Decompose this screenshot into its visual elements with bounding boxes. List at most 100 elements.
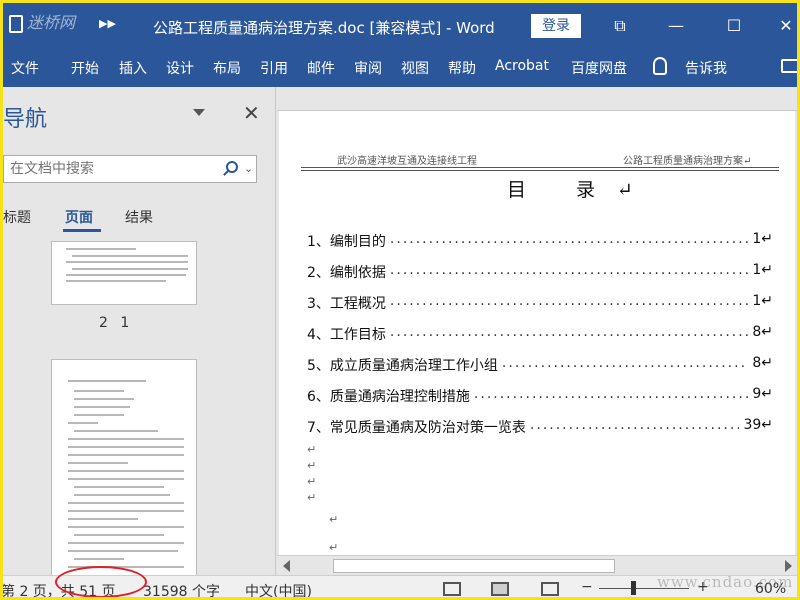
page-thumbnail[interactable]	[51, 359, 197, 579]
toc-entry[interactable]: 5、成立质量通病治理工作小组..........................…	[307, 355, 773, 375]
thumb-line	[74, 494, 170, 496]
header-rule	[301, 167, 779, 168]
thumb-line	[66, 248, 136, 250]
search-icon[interactable]	[226, 161, 238, 173]
toc-entry[interactable]: 4、工作目标..................................…	[307, 324, 773, 344]
page-thumbnail[interactable]	[51, 241, 197, 305]
scroll-left-icon[interactable]	[283, 560, 290, 572]
toc-entry-text: 1、编制目的	[307, 234, 386, 250]
toc-leader: ........................................…	[529, 417, 740, 433]
toc-heading: 目 录↵	[507, 179, 655, 201]
thumb-line	[68, 462, 128, 464]
toc-leader: ........................................…	[501, 355, 748, 371]
toc-entry-page: 1↵	[752, 262, 773, 278]
thumb-line	[72, 268, 188, 270]
tab-insert[interactable]: 插入	[119, 58, 147, 78]
toc-entry-page: 1↵	[752, 231, 773, 247]
logo-text: 迷桥网	[27, 13, 76, 32]
comment-icon[interactable]	[781, 59, 797, 73]
thumb-line	[72, 255, 188, 257]
tab-mailings[interactable]: 邮件	[307, 58, 335, 78]
scrollbar-thumb[interactable]	[333, 559, 615, 573]
thumb-line	[68, 518, 138, 520]
thumbnail-page-number: 2 1	[99, 315, 134, 331]
toc-entry[interactable]: 2、编制依据..................................…	[307, 262, 773, 282]
thumb-line	[68, 454, 184, 456]
zoom-out-icon[interactable]: −	[581, 579, 593, 595]
toc-entry-text: 7、常见质量通病及防治对策一览表	[307, 420, 526, 436]
ribbon-display-icon[interactable]: ⧉	[607, 13, 633, 39]
tab-file[interactable]: 文件	[11, 58, 39, 78]
search-dropdown-icon[interactable]: ⌄	[244, 162, 253, 175]
toc-leader: ........................................…	[389, 262, 748, 278]
thumb-line	[74, 414, 124, 416]
tab-references[interactable]: 引用	[260, 58, 288, 78]
thumb-line	[68, 478, 184, 480]
horizontal-scrollbar[interactable]	[277, 555, 797, 575]
thumb-line	[66, 280, 166, 282]
paragraph-mark: ↵	[307, 443, 317, 456]
nav-search-input[interactable]	[10, 160, 210, 178]
web-layout-icon[interactable]	[541, 582, 559, 596]
thumb-line	[74, 486, 164, 488]
toc-entry-text: 6、质量通病治理控制措施	[307, 389, 470, 405]
scroll-right-icon[interactable]	[785, 560, 792, 572]
tab-review[interactable]: 审阅	[354, 58, 382, 78]
toc-entry-page: 39↵	[743, 417, 773, 433]
navigation-pane: 导航 ✕ ⌄ 标题 页面 结果 2 1	[3, 87, 276, 579]
maximize-icon[interactable]: ☐	[721, 13, 747, 39]
red-highlight-circle	[55, 566, 147, 597]
lightbulb-icon	[653, 57, 667, 75]
active-tab-indicator	[63, 229, 101, 232]
language-indicator[interactable]: 中文(中国)	[245, 581, 312, 597]
toc-entry[interactable]: 1、编制目的..................................…	[307, 231, 773, 251]
nav-title: 导航	[3, 107, 48, 132]
nav-tab-results[interactable]: 结果	[125, 207, 153, 227]
thumb-line	[68, 470, 184, 472]
zoom-slider-handle[interactable]	[631, 581, 636, 595]
word-window: 迷桥网 ▶▶ 公路工程质量通病治理方案.doc [兼容模式] - Word 登录…	[0, 0, 800, 600]
nav-tab-headings[interactable]: 标题	[3, 207, 31, 227]
toc-entry-page: 1↵	[752, 293, 773, 309]
close-window-icon[interactable]: ✕	[773, 13, 797, 39]
toc-entry-text: 3、工程概况	[307, 296, 386, 312]
toc-leader: ........................................…	[389, 231, 748, 247]
tab-view[interactable]: 视图	[401, 58, 429, 78]
toc-entry[interactable]: 7、常见质量通病及防治对策一览表........................…	[307, 417, 773, 437]
tab-design[interactable]: 设计	[166, 58, 194, 78]
tab-acrobat[interactable]: Acrobat	[495, 58, 549, 74]
tell-me[interactable]: 告诉我	[685, 58, 727, 78]
nav-options-dropdown-icon[interactable]	[193, 109, 205, 116]
read-mode-icon[interactable]	[443, 582, 461, 596]
word-count[interactable]: 31598 个字	[143, 581, 220, 597]
thumb-line	[74, 390, 124, 392]
thumb-line	[68, 446, 184, 448]
page-header-right: 公路工程质量通病治理方案↵	[623, 156, 752, 167]
title-bar: 迷桥网 ▶▶ 公路工程质量通病治理方案.doc [兼容模式] - Word 登录…	[3, 3, 797, 49]
thumb-line	[68, 380, 146, 382]
paragraph-mark: ↵	[307, 459, 317, 472]
toc-entry[interactable]: 3、工程概况..................................…	[307, 293, 773, 313]
toc-entry[interactable]: 6、质量通病治理控制措施............................…	[307, 386, 773, 406]
nav-tab-pages[interactable]: 页面	[65, 207, 93, 227]
site-logo: 迷桥网	[9, 9, 79, 39]
paragraph-mark: ↵	[307, 491, 317, 504]
tab-layout[interactable]: 布局	[213, 58, 241, 78]
thumb-line	[74, 398, 134, 400]
tab-home[interactable]: 开始	[71, 58, 99, 78]
thumb-line	[68, 422, 98, 424]
thumb-line	[66, 274, 186, 276]
window-title: 公路工程质量通病治理方案.doc [兼容模式] - Word	[153, 19, 495, 37]
header-rule	[301, 170, 779, 171]
print-layout-icon[interactable]	[491, 582, 509, 596]
quick-access-more-icon[interactable]: ▶▶	[99, 17, 116, 30]
paragraph-mark: ↵	[329, 513, 339, 526]
tab-help[interactable]: 帮助	[448, 58, 476, 78]
login-button[interactable]: 登录	[531, 14, 581, 38]
nav-search-box[interactable]: ⌄	[3, 155, 257, 183]
minimize-icon[interactable]: —	[663, 13, 689, 39]
thumb-line	[66, 261, 188, 263]
thumb-line	[68, 526, 184, 528]
nav-close-icon[interactable]: ✕	[243, 101, 260, 125]
tab-baidu-netdisk[interactable]: 百度网盘	[571, 58, 627, 78]
